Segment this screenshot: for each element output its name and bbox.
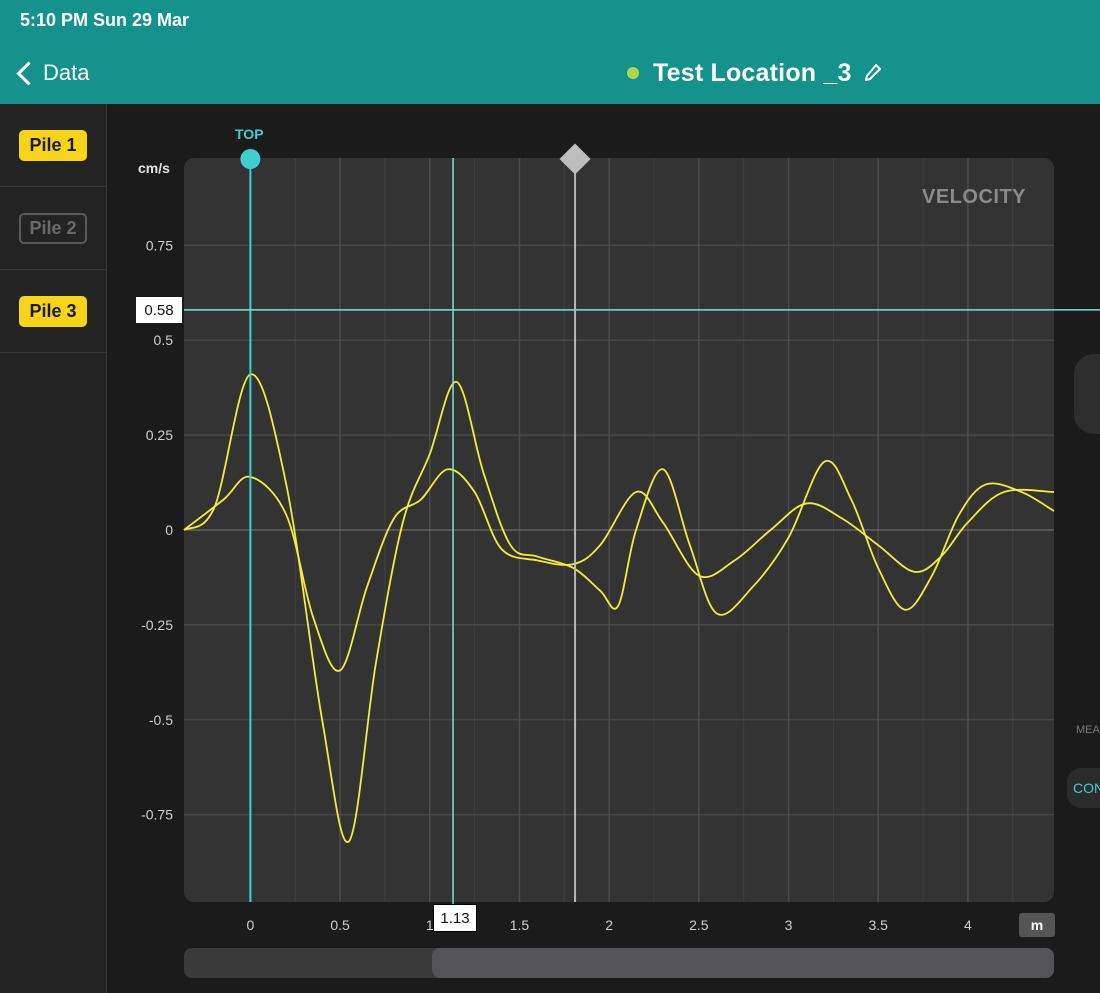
y-tick-label: -0.5 [149, 712, 173, 728]
top-cursor-handle[interactable] [240, 149, 261, 169]
continue-button-label: CON [1073, 780, 1100, 796]
y-cursor-value[interactable]: 0.58 [136, 297, 182, 323]
x-unit-button[interactable]: m [1019, 913, 1055, 937]
top-marker-label: TOP [235, 126, 264, 142]
x-tick-label: 0 [246, 917, 254, 933]
chart-scrollbar-thumb[interactable] [432, 948, 1054, 978]
x-tick-label: 2.5 [689, 917, 709, 933]
y-tick-label: 0.75 [146, 237, 173, 253]
y-tick-label: 0.5 [154, 332, 174, 348]
x-tick-label: 4 [964, 917, 972, 933]
chart-watermark: VELOCITY [922, 186, 1027, 208]
velocity-chart[interactable]: 0 0.5 1 1.5 2 2.5 3 3.5 40.750.50.250-0.25-0.5-0… [0, 0, 1100, 993]
y-tick-label: -0.25 [141, 617, 173, 633]
x-tick-label: 3.5 [868, 917, 888, 933]
clipped-panel-text: MEA [1076, 724, 1100, 736]
y-tick-label: -0.75 [141, 807, 173, 823]
continue-button[interactable]: CON [1067, 768, 1100, 808]
x-tick-label: 1.5 [510, 917, 530, 933]
y-tick-label: 0.25 [146, 427, 173, 443]
side-panel-handle[interactable] [1074, 354, 1100, 434]
y-tick-label: 0 [165, 522, 173, 538]
y-axis-unit: cm/s [138, 160, 170, 176]
x-cursor-value[interactable]: 1.13 [433, 904, 477, 932]
x-tick-label: 3 [785, 917, 793, 933]
x-tick-label: 0.5 [330, 917, 350, 933]
x-tick-label: 2 [605, 917, 613, 933]
